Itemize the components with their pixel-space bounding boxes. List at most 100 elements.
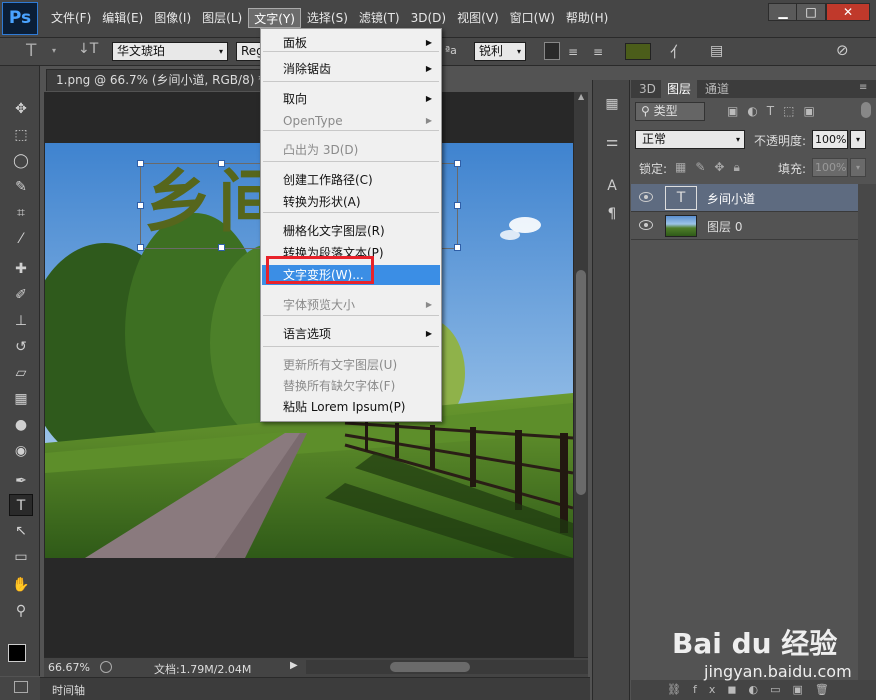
transform-handle[interactable] <box>218 160 225 167</box>
scroll-up-arrow-icon[interactable]: ▲ <box>578 92 584 101</box>
menu-0[interactable]: 文件(F) <box>46 8 96 28</box>
status-info-icon[interactable] <box>100 661 112 673</box>
minimize-button[interactable]: ▁ <box>768 3 798 21</box>
fill-dropdown-icon[interactable]: ▾ <box>850 158 866 177</box>
menu-item-5[interactable]: 创建工作路径(C) <box>262 170 440 190</box>
crop-tool-icon[interactable]: ⌗ <box>9 202 33 224</box>
align-left-button[interactable] <box>544 42 560 60</box>
text-orientation-toggle-icon[interactable]: ↓T <box>78 41 98 57</box>
transform-handle[interactable] <box>454 202 461 209</box>
menu-8[interactable]: 视图(V) <box>452 8 504 28</box>
vertical-scroll-thumb[interactable] <box>576 270 586 495</box>
character-panel-icon[interactable]: ▤ <box>710 43 723 59</box>
menu-item-14[interactable]: 粘贴 Lorem Ipsum(P) <box>262 397 440 417</box>
panel-menu-icon[interactable]: ≡ <box>859 82 867 93</box>
layer-actions-icons[interactable]: ⛓fx◼◐▭▣🗑︎ <box>667 683 841 696</box>
properties-panel-icon[interactable]: ⚌ <box>601 132 623 152</box>
menu-item-4: 凸出为 3D(D) <box>262 140 440 160</box>
warp-text-icon[interactable]: 亻 <box>670 41 685 62</box>
transform-handle[interactable] <box>137 244 144 251</box>
lasso-tool-icon[interactable]: ◯ <box>9 150 33 172</box>
transform-handle[interactable] <box>454 160 461 167</box>
eraser-tool-icon[interactable]: ▱ <box>9 362 33 384</box>
zoom-tool-icon[interactable]: ⚲ <box>9 600 33 622</box>
history-brush-tool-icon[interactable]: ↺ <box>9 336 33 358</box>
layer-name[interactable]: 图层 0 <box>707 218 742 235</box>
opacity-dropdown-icon[interactable]: ▾ <box>850 130 866 149</box>
history-panel-icon[interactable]: ▦ <box>601 94 623 114</box>
font-family-select[interactable]: 华文琥珀 ▾ <box>112 42 228 61</box>
tab-channels[interactable]: 通道 <box>699 80 735 98</box>
marquee-tool-icon[interactable]: ⬚ <box>9 124 33 146</box>
menu-item-6[interactable]: 转换为形状(A) <box>262 192 440 212</box>
menu-item-2[interactable]: 取向 ▶ <box>262 89 440 109</box>
type-tool-icon[interactable]: T <box>9 494 33 516</box>
timeline-label[interactable]: 时间轴 <box>52 682 85 698</box>
screen-mode-icon[interactable] <box>14 681 28 693</box>
opacity-input[interactable]: 100% <box>812 130 848 149</box>
document-tab[interactable]: 1.png @ 66.7% (乡间小道, RGB/8) * <box>46 69 288 91</box>
brush-tool-icon[interactable]: ✐ <box>9 284 33 306</box>
menu-6[interactable]: 滤镜(T) <box>354 8 405 28</box>
tab-3d[interactable]: 3D <box>633 80 662 98</box>
align-right-icon[interactable]: ≡ <box>593 45 603 59</box>
visibility-eye-icon[interactable] <box>639 220 653 230</box>
menu-item-1[interactable]: 消除锯齿 ▶ <box>262 59 440 79</box>
hand-tool-icon[interactable]: ✋ <box>9 574 33 596</box>
filter-kind-select[interactable]: ⚲ 类型 <box>635 102 705 121</box>
menu-4[interactable]: 文字(Y) <box>248 8 301 28</box>
horizontal-scroll-thumb[interactable] <box>390 662 470 672</box>
healing-brush-tool-icon[interactable]: ✚ <box>9 258 33 280</box>
transform-handle[interactable] <box>137 160 144 167</box>
path-select-tool-icon[interactable]: ↖ <box>9 520 33 542</box>
menu-1[interactable]: 编辑(E) <box>97 8 148 28</box>
filter-type-icons[interactable]: ▣◐T⬚▣ <box>727 104 824 118</box>
menu-9[interactable]: 窗口(W) <box>505 8 560 28</box>
tool-preset-chevron-icon[interactable]: ▾ <box>52 46 56 55</box>
character-panel-icon[interactable]: A <box>601 176 623 196</box>
cancel-edit-icon[interactable]: ⊘ <box>836 41 849 59</box>
gradient-tool-icon[interactable]: ▦ <box>9 388 33 410</box>
type-tool-icon[interactable]: T <box>26 41 36 61</box>
lock-icons[interactable]: ▦✎✥🔒︎ <box>675 160 749 175</box>
blend-mode-select[interactable]: 正常 ▾ <box>635 130 745 149</box>
pen-tool-icon[interactable]: ✒ <box>9 470 33 492</box>
text-color-swatch[interactable] <box>625 43 651 60</box>
quick-select-tool-icon[interactable]: ✎ <box>9 176 33 198</box>
menu-item-11[interactable]: 语言选项 ▶ <box>262 324 440 344</box>
visibility-eye-icon[interactable] <box>639 192 653 202</box>
menu-3[interactable]: 图层(L) <box>197 8 247 28</box>
layer-row[interactable]: 图层 0 <box>631 212 858 240</box>
status-menu-arrow-icon[interactable]: ▶ <box>290 660 298 671</box>
layer-row[interactable]: T 乡间小道 <box>631 184 858 212</box>
eyedropper-tool-icon[interactable]: ⁄ <box>9 228 33 250</box>
paragraph-panel-icon[interactable]: ¶ <box>601 204 623 224</box>
antialias-select[interactable]: 锐利 ▾ <box>474 42 526 61</box>
align-center-icon[interactable]: ≡ <box>568 45 578 59</box>
transform-handle[interactable] <box>137 202 144 209</box>
font-style-select[interactable]: Reg <box>236 42 264 61</box>
transform-handle[interactable] <box>218 244 225 251</box>
menu-7[interactable]: 3D(D) <box>406 8 451 28</box>
maximize-button[interactable]: □ <box>796 3 826 21</box>
zoom-level[interactable]: 66.67% <box>48 661 90 674</box>
dodge-tool-icon[interactable]: ◉ <box>9 440 33 462</box>
fill-input[interactable]: 100% <box>812 158 848 177</box>
layer-name[interactable]: 乡间小道 <box>707 190 755 207</box>
fill-label: 填充: <box>778 162 807 176</box>
transform-handle[interactable] <box>454 244 461 251</box>
foreground-color-swatch[interactable] <box>8 644 26 662</box>
clone-stamp-tool-icon[interactable]: ⊥ <box>9 310 33 332</box>
filter-toggle[interactable] <box>861 102 871 118</box>
menu-item-7[interactable]: 栅格化文字图层(R) <box>262 221 440 241</box>
layers-scrollbar[interactable] <box>858 184 876 684</box>
close-button[interactable]: ✕ <box>826 3 870 21</box>
tab-layers[interactable]: 图层 <box>661 80 698 98</box>
menu-item-0[interactable]: 面板 ▶ <box>262 33 440 53</box>
menu-5[interactable]: 选择(S) <box>302 8 353 28</box>
move-tool-icon[interactable]: ✥ <box>9 98 33 120</box>
menu-2[interactable]: 图像(I) <box>149 8 196 28</box>
blur-tool-icon[interactable]: ● <box>9 414 33 436</box>
rectangle-tool-icon[interactable]: ▭ <box>9 546 33 568</box>
menu-10[interactable]: 帮助(H) <box>561 8 613 28</box>
